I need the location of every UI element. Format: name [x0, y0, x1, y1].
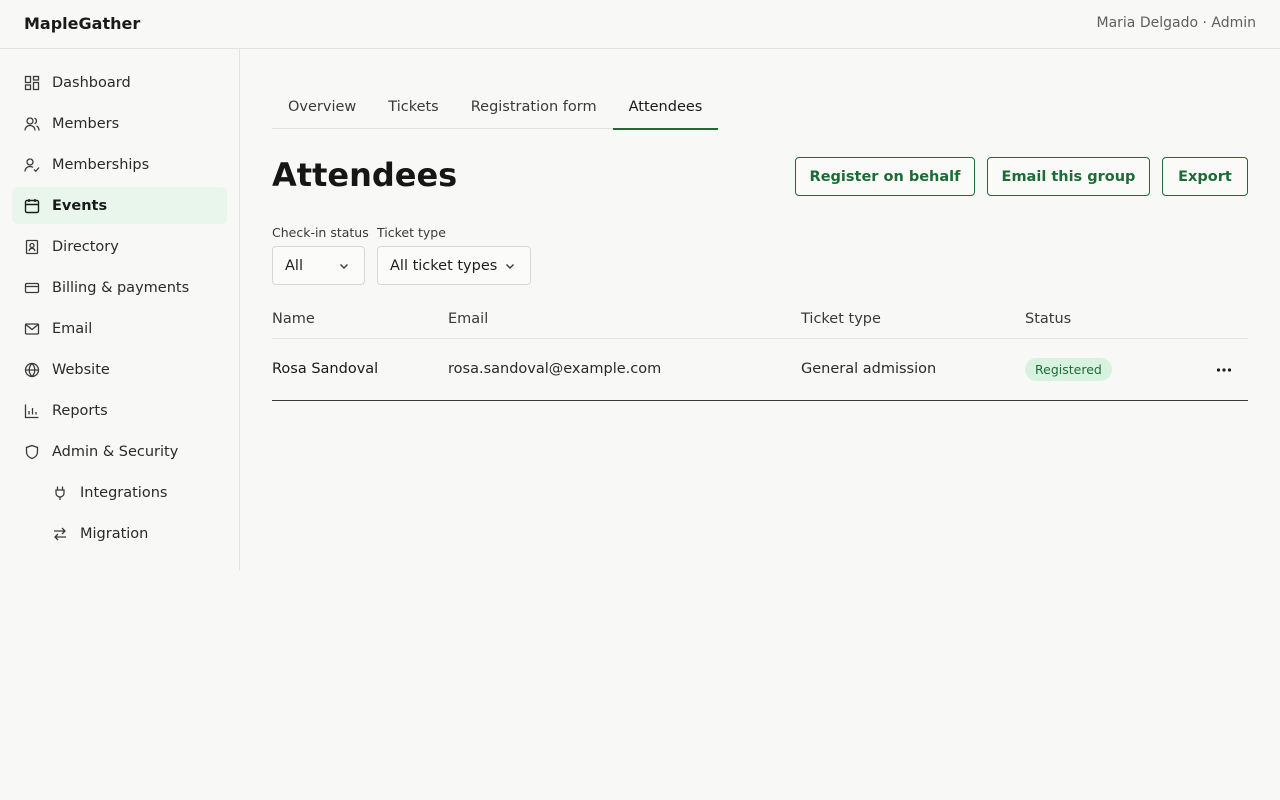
- swap-arrows-icon: [52, 526, 68, 542]
- sidebar: Dashboard Members Memberships Events Dir…: [0, 49, 240, 570]
- tab-registration-form[interactable]: Registration form: [455, 87, 613, 129]
- chevron-down-icon: [340, 264, 348, 269]
- row-actions-button[interactable]: [1208, 359, 1240, 381]
- sidebar-item-email[interactable]: Email: [12, 310, 227, 347]
- sidebar-item-label: Billing & payments: [52, 279, 190, 296]
- checkin-status-select[interactable]: All: [272, 246, 365, 285]
- more-horizontal-icon: [1216, 368, 1232, 372]
- ticket-type-select[interactable]: All ticket types: [377, 246, 531, 285]
- attendee-name[interactable]: Rosa Sandoval: [272, 361, 378, 377]
- event-tabs: Overview Tickets Registration form Atten…: [272, 87, 719, 130]
- sidebar-item-label: Memberships: [52, 156, 150, 173]
- tab-tickets[interactable]: Tickets: [372, 87, 454, 129]
- globe-icon: [24, 362, 40, 378]
- plug-icon: [52, 485, 68, 501]
- column-header-email[interactable]: Email: [448, 311, 488, 327]
- sidebar-item-website[interactable]: Website: [12, 351, 227, 388]
- members-icon: [24, 116, 40, 132]
- sidebar-item-directory[interactable]: Directory: [12, 228, 227, 265]
- table-row[interactable]: Rosa Sandoval rosa.sandoval@example.com …: [272, 339, 1248, 401]
- sidebar-item-label: Events: [52, 197, 108, 214]
- chevron-down-icon: [506, 264, 514, 269]
- sidebar-item-label: Admin & Security: [52, 443, 179, 460]
- ticket-type-label: Ticket type: [377, 225, 446, 240]
- mail-icon: [24, 321, 40, 337]
- brand-logo[interactable]: MapleGather: [24, 14, 140, 33]
- bar-chart-icon: [24, 403, 40, 419]
- sidebar-item-label: Email: [52, 320, 93, 337]
- tab-overview[interactable]: Overview: [272, 87, 372, 129]
- page-title: Attendees: [272, 156, 458, 194]
- sidebar-item-label: Reports: [52, 402, 108, 419]
- sidebar-item-dashboard[interactable]: Dashboard: [12, 64, 227, 101]
- directory-icon: [24, 239, 40, 255]
- export-button[interactable]: Export: [1162, 157, 1248, 196]
- column-header-ticket-type[interactable]: Ticket type: [801, 311, 881, 327]
- sidebar-item-label: Website: [52, 361, 110, 378]
- email-group-button[interactable]: Email this group: [987, 157, 1150, 196]
- sidebar-item-reports[interactable]: Reports: [12, 392, 227, 429]
- sidebar-item-admin-security[interactable]: Admin & Security: [12, 433, 227, 470]
- column-header-status[interactable]: Status: [1025, 311, 1071, 327]
- checkin-status-label: Check-in status: [272, 225, 369, 240]
- sidebar-item-memberships[interactable]: Memberships: [12, 146, 227, 183]
- sidebar-item-label: Dashboard: [52, 74, 131, 91]
- sidebar-item-migration[interactable]: Migration: [40, 515, 227, 552]
- dashboard-icon: [24, 75, 40, 91]
- sidebar-item-events[interactable]: Events: [12, 187, 227, 224]
- status-badge: Registered: [1025, 358, 1112, 381]
- user-menu[interactable]: Maria Delgado · Admin: [1096, 15, 1256, 31]
- tab-attendees[interactable]: Attendees: [612, 87, 719, 130]
- calendar-icon: [24, 198, 40, 214]
- shield-icon: [24, 444, 40, 460]
- memberships-icon: [24, 157, 40, 173]
- credit-card-icon: [24, 280, 40, 296]
- sidebar-item-integrations[interactable]: Integrations: [40, 474, 227, 511]
- sidebar-item-label: Directory: [52, 238, 119, 255]
- column-header-name[interactable]: Name: [272, 311, 315, 327]
- sidebar-item-label: Migration: [80, 525, 149, 542]
- attendee-email: rosa.sandoval@example.com: [448, 361, 662, 377]
- sidebar-item-label: Integrations: [80, 484, 168, 501]
- checkin-status-value: All: [285, 257, 303, 274]
- register-on-behalf-button[interactable]: Register on behalf: [795, 157, 975, 196]
- sidebar-item-label: Members: [52, 115, 120, 132]
- sidebar-item-billing[interactable]: Billing & payments: [12, 269, 227, 306]
- sidebar-item-members[interactable]: Members: [12, 105, 227, 142]
- ticket-type-value: All ticket types: [390, 257, 498, 274]
- attendee-ticket-type: General admission: [801, 361, 937, 377]
- top-bar: MapleGather Maria Delgado · Admin: [0, 0, 1280, 49]
